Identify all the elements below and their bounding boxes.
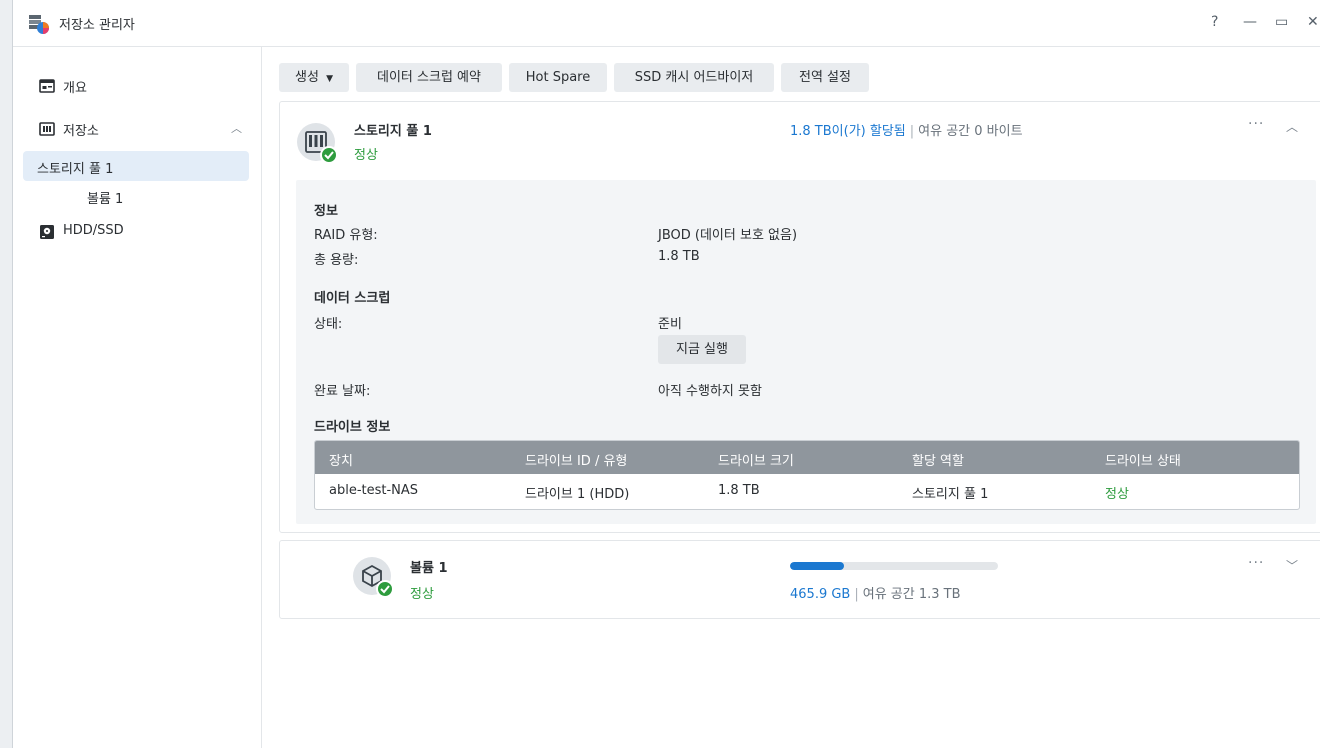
drive-table-header: 장치 드라이브 ID / 유형 드라이브 크기 할당 역할 드라이브 상태 bbox=[315, 441, 1299, 474]
more-options-icon[interactable]: ··· bbox=[1248, 116, 1264, 132]
column-header[interactable]: 할당 역할 bbox=[912, 450, 964, 469]
overview-icon bbox=[39, 79, 55, 93]
more-options-icon[interactable]: ··· bbox=[1248, 555, 1264, 571]
volume-free: 여유 공간 1.3 TB bbox=[862, 587, 961, 602]
table-cell: 1.8 TB bbox=[718, 483, 760, 498]
volume-usage-bar bbox=[790, 562, 998, 570]
column-header[interactable]: 드라이브 ID / 유형 bbox=[525, 450, 627, 469]
pool-name: 스토리지 풀 1 bbox=[354, 124, 432, 139]
caret-down-icon: ▼ bbox=[326, 74, 333, 84]
table-cell: 정상 bbox=[1105, 487, 1129, 502]
pool-free: 여유 공간 0 바이트 bbox=[918, 124, 1023, 139]
raid-type-label: RAID 유형: bbox=[314, 228, 378, 243]
pool-allocation: 1.8 TB이(가) 할당됨 | 여유 공간 0 바이트 bbox=[790, 124, 1023, 139]
table-cell: 드라이브 1 (HDD) bbox=[525, 487, 630, 502]
help-icon[interactable]: ? bbox=[1211, 14, 1218, 30]
sidebar-item-storage[interactable]: 저장소 ︿ bbox=[21, 114, 261, 144]
create-dropdown-button[interactable]: 생성 ▼ bbox=[279, 63, 349, 92]
volume-icon bbox=[353, 557, 394, 598]
storage-pool-card: 스토리지 풀 1 정상 1.8 TB이(가) 할당됨 | 여유 공간 0 바이트 ·… bbox=[279, 101, 1320, 533]
volume-usage-fill bbox=[790, 562, 845, 570]
close-button[interactable]: ✕ bbox=[1307, 14, 1319, 30]
info-heading: 정보 bbox=[314, 204, 338, 219]
main-content: 생성 ▼ 데이터 스크럽 예약 Hot Spare SSD 캐시 어드바이저 전… bbox=[263, 47, 1320, 748]
storage-manager-window: 저장소 관리자 ? — ▭ ✕ 개요 저장소 ︿ 스토리지 풀 1 볼륨 1 H… bbox=[12, 0, 1320, 748]
hot-spare-button[interactable]: Hot Spare bbox=[509, 63, 607, 92]
minimize-button[interactable]: — bbox=[1243, 14, 1257, 30]
volume-card: 볼륨 1 정상 465.9 GB | 여유 공간 1.3 TB ··· ﹀ bbox=[279, 540, 1320, 619]
volume-usage-text: 465.9 GB | 여유 공간 1.3 TB bbox=[790, 587, 961, 602]
sidebar-item-label: 개요 bbox=[63, 81, 87, 96]
completed-date-label: 완료 날짜: bbox=[314, 384, 371, 399]
sidebar-item-label: 스토리지 풀 1 bbox=[37, 162, 114, 177]
volume-name: 볼륨 1 bbox=[410, 561, 448, 576]
completed-date-value: 아직 수행하지 못함 bbox=[658, 384, 762, 399]
scrub-state-label: 상태: bbox=[314, 317, 343, 332]
hdd-icon bbox=[40, 225, 54, 239]
sidebar-item-overview[interactable]: 개요 bbox=[21, 71, 261, 101]
sidebar-item-volume[interactable]: 볼륨 1 bbox=[23, 181, 249, 211]
scrub-schedule-button[interactable]: 데이터 스크럽 예약 bbox=[356, 63, 502, 92]
sidebar-item-hdd-ssd[interactable]: HDD/SSD bbox=[21, 217, 261, 247]
run-now-button[interactable]: 지금 실행 bbox=[658, 335, 746, 364]
capacity-label: 총 용량: bbox=[314, 253, 359, 268]
storage-pool-icon bbox=[297, 123, 338, 164]
volume-status: 정상 bbox=[410, 587, 434, 602]
capacity-value: 1.8 TB bbox=[658, 249, 700, 264]
scrub-state-value: 준비 bbox=[658, 317, 682, 332]
pool-details-panel: 정보 RAID 유형: JBOD (데이터 보호 없음) 총 용량: 1.8 T… bbox=[296, 180, 1316, 524]
sidebar-item-label: 저장소 bbox=[63, 124, 99, 139]
sidebar-item-label: HDD/SSD bbox=[63, 223, 124, 238]
chevron-up-icon[interactable]: ︿ bbox=[231, 120, 242, 136]
scrub-heading: 데이터 스크럽 bbox=[314, 291, 391, 306]
chevron-down-icon[interactable]: ﹀ bbox=[1286, 557, 1298, 574]
storage-manager-app-icon bbox=[29, 15, 49, 34]
sidebar: 개요 저장소 ︿ 스토리지 풀 1 볼륨 1 HDD/SSD bbox=[13, 47, 262, 748]
drive-table: 장치 드라이브 ID / 유형 드라이브 크기 할당 역할 드라이브 상태 ab… bbox=[314, 440, 1300, 510]
title-bar: 저장소 관리자 ? — ▭ ✕ bbox=[13, 0, 1320, 47]
volume-used[interactable]: 465.9 GB bbox=[790, 587, 850, 602]
storage-icon bbox=[39, 122, 55, 136]
global-settings-button[interactable]: 전역 설정 bbox=[781, 63, 869, 92]
ssd-cache-advisor-button[interactable]: SSD 캐시 어드바이저 bbox=[614, 63, 774, 92]
pool-status: 정상 bbox=[354, 148, 378, 163]
table-cell: 스토리지 풀 1 bbox=[912, 487, 989, 502]
create-label: 생성 bbox=[295, 70, 319, 85]
column-header[interactable]: 드라이브 상태 bbox=[1105, 450, 1181, 469]
column-header[interactable]: 드라이브 크기 bbox=[718, 450, 794, 469]
chevron-up-icon[interactable]: ︿ bbox=[1286, 118, 1298, 135]
sidebar-item-label: 볼륨 1 bbox=[87, 192, 124, 207]
column-header[interactable]: 장치 bbox=[329, 450, 353, 469]
pool-allocated[interactable]: 1.8 TB이(가) 할당됨 bbox=[790, 124, 906, 139]
drive-info-heading: 드라이브 정보 bbox=[314, 420, 391, 435]
sidebar-item-storage-pool[interactable]: 스토리지 풀 1 bbox=[23, 151, 249, 181]
raid-type-value: JBOD (데이터 보호 없음) bbox=[658, 228, 798, 243]
table-cell: able-test-NAS bbox=[329, 483, 419, 498]
maximize-button[interactable]: ▭ bbox=[1275, 14, 1288, 30]
window-title: 저장소 관리자 bbox=[59, 18, 135, 33]
